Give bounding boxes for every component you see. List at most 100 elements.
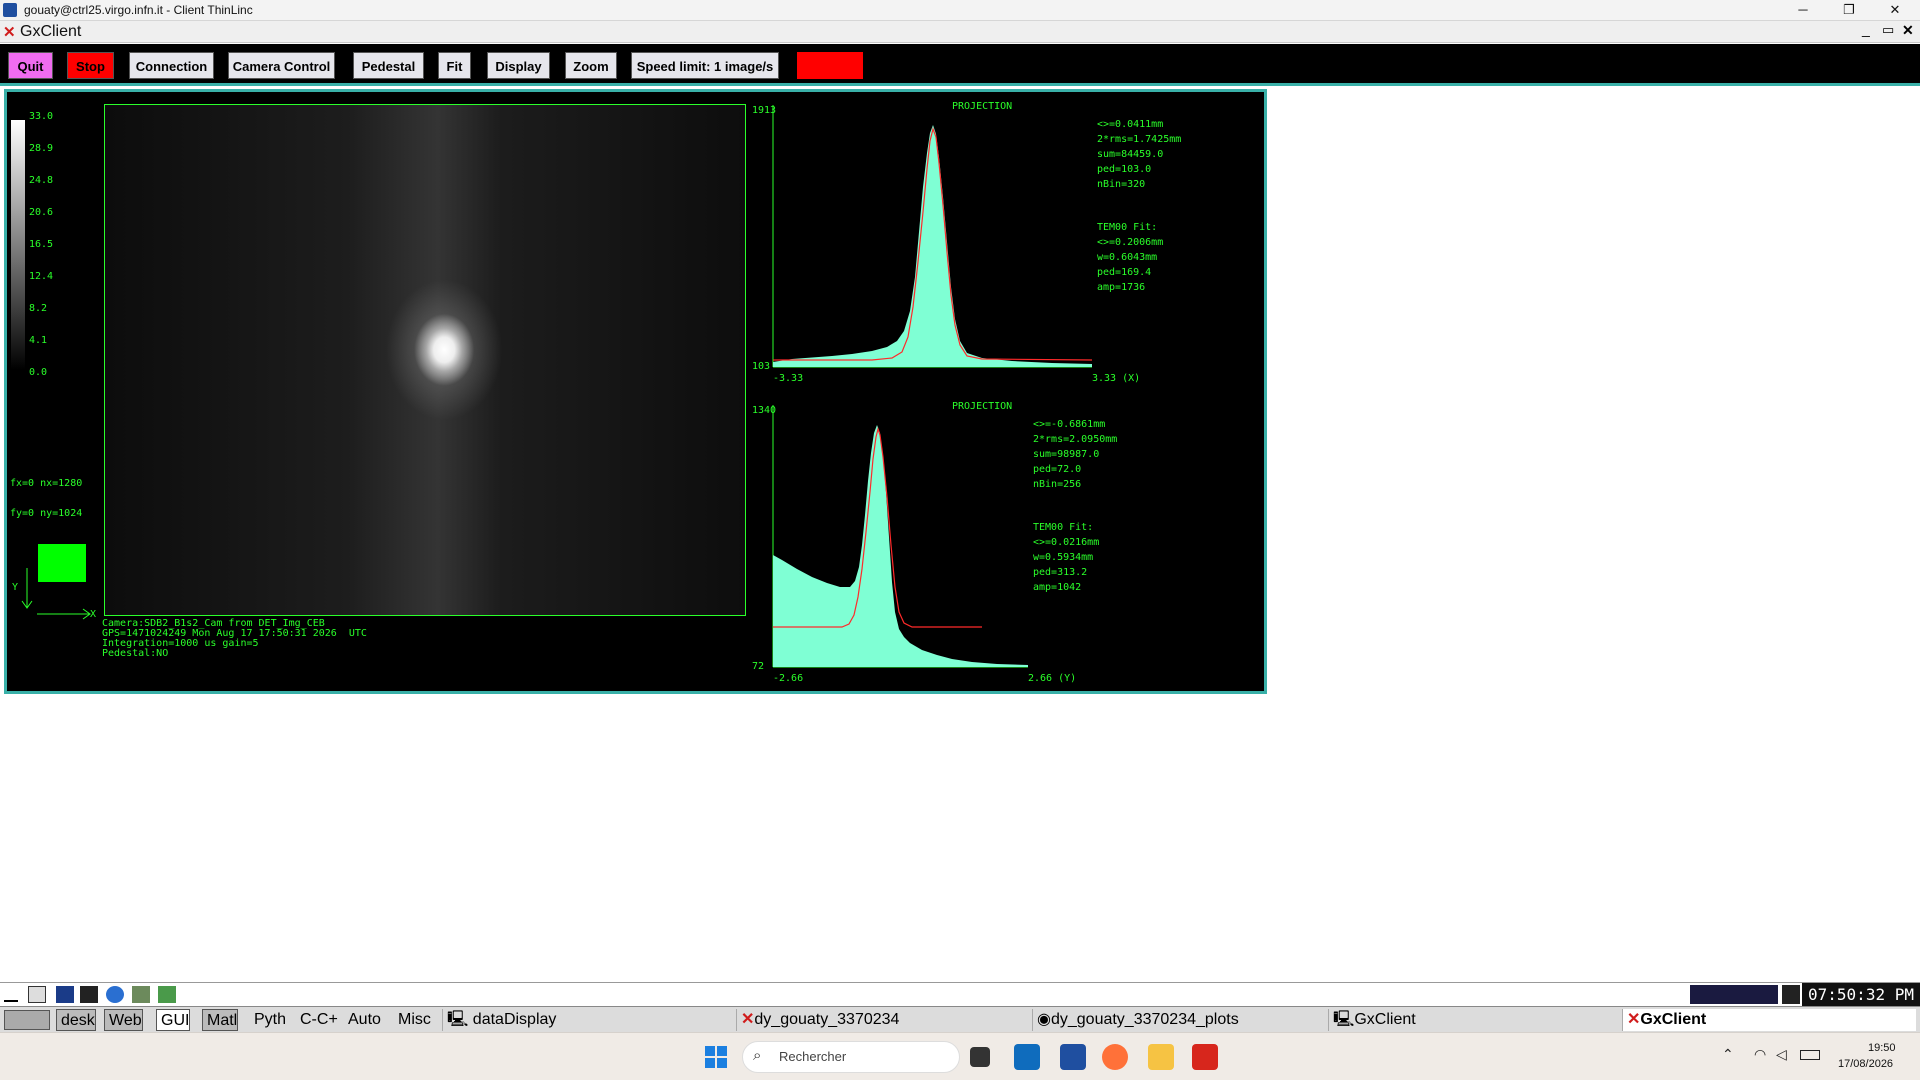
close-button[interactable]: ✕	[1872, 0, 1918, 21]
projection-y-stat: 2*rms=2.0950mm	[1033, 434, 1117, 445]
menu-ccplus[interactable]: C-C+	[296, 1009, 338, 1031]
camera-panel: 33.0 28.9 24.8 20.6 16.5 12.4 8.2 4.1 0.…	[4, 89, 1267, 694]
colorscale-tick: 12.4	[29, 271, 54, 282]
x-panel-bottom: desk Web GUI Matl Pyth C-C+ Auto Misc 🖳 …	[0, 1006, 1920, 1032]
projection-y-histogram	[773, 425, 1028, 667]
firefox-icon[interactable]	[1102, 1044, 1128, 1070]
colorscale-tick: 0.0	[29, 367, 48, 378]
colorscale-tick: 28.9	[29, 143, 54, 154]
axis-x-label: X	[90, 609, 97, 620]
x-logo-icon: ✕	[1627, 1011, 1641, 1028]
acrobat-icon[interactable]	[1192, 1044, 1218, 1070]
projection-y-fit: <>=0.0216mm	[1033, 537, 1099, 548]
menu-gui[interactable]: GUI	[156, 1009, 191, 1031]
camera-image[interactable]	[104, 104, 746, 616]
fit-button[interactable]: Fit	[438, 52, 471, 79]
quit-button[interactable]: Quit	[8, 52, 53, 79]
x-logo-icon: ✕	[3, 24, 16, 41]
terminal-icon[interactable]	[80, 986, 98, 1003]
menu-misc[interactable]: Misc	[394, 1009, 431, 1031]
menu-web[interactable]: Web	[104, 1009, 143, 1031]
app-close-button[interactable]: ✕	[1902, 22, 1914, 39]
panel-minimize-icon[interactable]	[4, 986, 18, 1002]
x-logo-icon: ✕	[741, 1011, 755, 1028]
menu-desk[interactable]: desk	[56, 1009, 96, 1031]
status-indicator	[797, 52, 863, 79]
menu-auto[interactable]: Auto	[344, 1009, 381, 1031]
projection-y-plot[interactable]: PROJECTION 1340 72 -2.66 2.66 (Y) <>=-0.…	[752, 397, 1262, 687]
projection-y-fit: ped=313.2	[1033, 567, 1087, 578]
app-minimize-button[interactable]: _	[1862, 21, 1870, 37]
taskbar-time[interactable]: 19:50	[1868, 1042, 1896, 1054]
projection-x-fit: <>=0.2006mm	[1097, 237, 1163, 248]
colorscale-tick: 33.0	[29, 111, 54, 122]
minimize-button[interactable]: ─	[1780, 0, 1826, 21]
wifi-icon[interactable]: ◠	[1754, 1046, 1766, 1063]
projection-x-ymin: 103	[752, 361, 770, 372]
projection-y-stat: sum=98987.0	[1033, 449, 1099, 460]
colorscale-tick: 16.5	[29, 239, 54, 250]
task-label: dataDisplay	[472, 1011, 557, 1028]
task-gxclient[interactable]: 🖳GxClient	[1328, 1009, 1620, 1031]
mail-icon[interactable]	[1782, 985, 1800, 1004]
window-title: gouaty@ctrl25.virgo.infn.it - Client Thi…	[24, 3, 253, 17]
projection-y-title: PROJECTION	[952, 401, 1012, 412]
projection-y-fit: TEM00 Fit:	[1033, 522, 1093, 533]
monitor-icon: 🖳	[447, 1011, 473, 1028]
projection-x-title: PROJECTION	[952, 101, 1012, 112]
connection-button[interactable]: Connection	[129, 52, 214, 79]
app-title: GxClient	[20, 23, 82, 40]
outlook-icon[interactable]	[1014, 1044, 1040, 1070]
colorscale-bar	[11, 120, 25, 370]
menu-matl[interactable]: Matl	[202, 1009, 239, 1031]
taskbar-date[interactable]: 17/08/2026	[1838, 1058, 1893, 1070]
task-dy-gouaty[interactable]: ✕dy_gouaty_3370234	[736, 1009, 1030, 1031]
stop-button[interactable]: Stop	[67, 52, 114, 79]
virgo-logo-icon[interactable]	[4, 1010, 50, 1030]
task-gxclient-active[interactable]: ✕GxClient	[1622, 1009, 1916, 1031]
pedestal-info: Pedestal:NO	[102, 648, 169, 659]
projection-y-stat: <>=-0.6861mm	[1033, 419, 1105, 430]
calc-icon[interactable]	[158, 986, 176, 1003]
projection-x-fit: TEM00 Fit:	[1097, 222, 1157, 233]
fy-label: fy=0 ny=1024	[10, 508, 83, 519]
fx-label: fx=0 nx=1280	[10, 478, 83, 489]
projection-x-fit: w=0.6043mm	[1097, 252, 1157, 263]
projection-x-stat: <>=0.0411mm	[1097, 119, 1163, 130]
xterm-icon[interactable]	[56, 986, 74, 1003]
app-title-bar: ✕ GxClient _ ▭ ✕	[0, 21, 1920, 43]
toolbar: Quit Stop Connection Camera Control Pede…	[0, 44, 1920, 86]
volume-icon[interactable]: ◁	[1776, 1046, 1787, 1063]
task-view-icon[interactable]	[970, 1047, 990, 1067]
tools-icon[interactable]	[132, 986, 150, 1003]
task-datadisplay[interactable]: 🖳 dataDisplay	[442, 1009, 734, 1031]
file-explorer-icon[interactable]	[1148, 1044, 1174, 1070]
windows-icon[interactable]	[28, 986, 46, 1003]
app-restore-button[interactable]: ▭	[1882, 22, 1894, 38]
speed-limit-button[interactable]: Speed limit: 1 image/s	[631, 52, 779, 79]
search-box[interactable]: ⌕ Rechercher	[742, 1041, 960, 1073]
projection-x-plot[interactable]: PROJECTION 1913 103 -3.33 3.33 (X) <>=0.…	[752, 97, 1262, 387]
projection-y-stat: nBin=256	[1033, 479, 1081, 490]
task-dy-gouaty-plots[interactable]: ◉dy_gouaty_3370234_plots	[1032, 1009, 1326, 1031]
projection-x-ymax: 1913	[752, 105, 776, 116]
thinlinc-app-icon[interactable]	[1060, 1044, 1086, 1070]
battery-icon[interactable]	[1800, 1050, 1820, 1060]
monitor-graph-icon	[1690, 985, 1778, 1004]
zoom-button[interactable]: Zoom	[565, 52, 617, 79]
task-label: GxClient	[1640, 1011, 1707, 1028]
camera-control-button[interactable]: Camera Control	[228, 52, 335, 79]
monitor-icon: 🖳	[1333, 1011, 1355, 1028]
projection-y-ymin: 72	[752, 661, 764, 672]
start-icon[interactable]	[705, 1046, 727, 1068]
search-icon: ⌕	[753, 1047, 762, 1064]
chevron-up-icon[interactable]: ⌃	[1722, 1046, 1734, 1063]
task-label: dy_gouaty_3370234	[754, 1011, 900, 1028]
menu-pyth[interactable]: Pyth	[250, 1009, 286, 1031]
maximize-button[interactable]: ❐	[1826, 0, 1872, 21]
browser-icon[interactable]	[106, 986, 124, 1003]
search-placeholder: Rechercher	[779, 1049, 847, 1064]
pedestal-button[interactable]: Pedestal	[353, 52, 424, 79]
projection-y-xmax: 2.66 (Y)	[1028, 673, 1076, 684]
display-button[interactable]: Display	[487, 52, 550, 79]
